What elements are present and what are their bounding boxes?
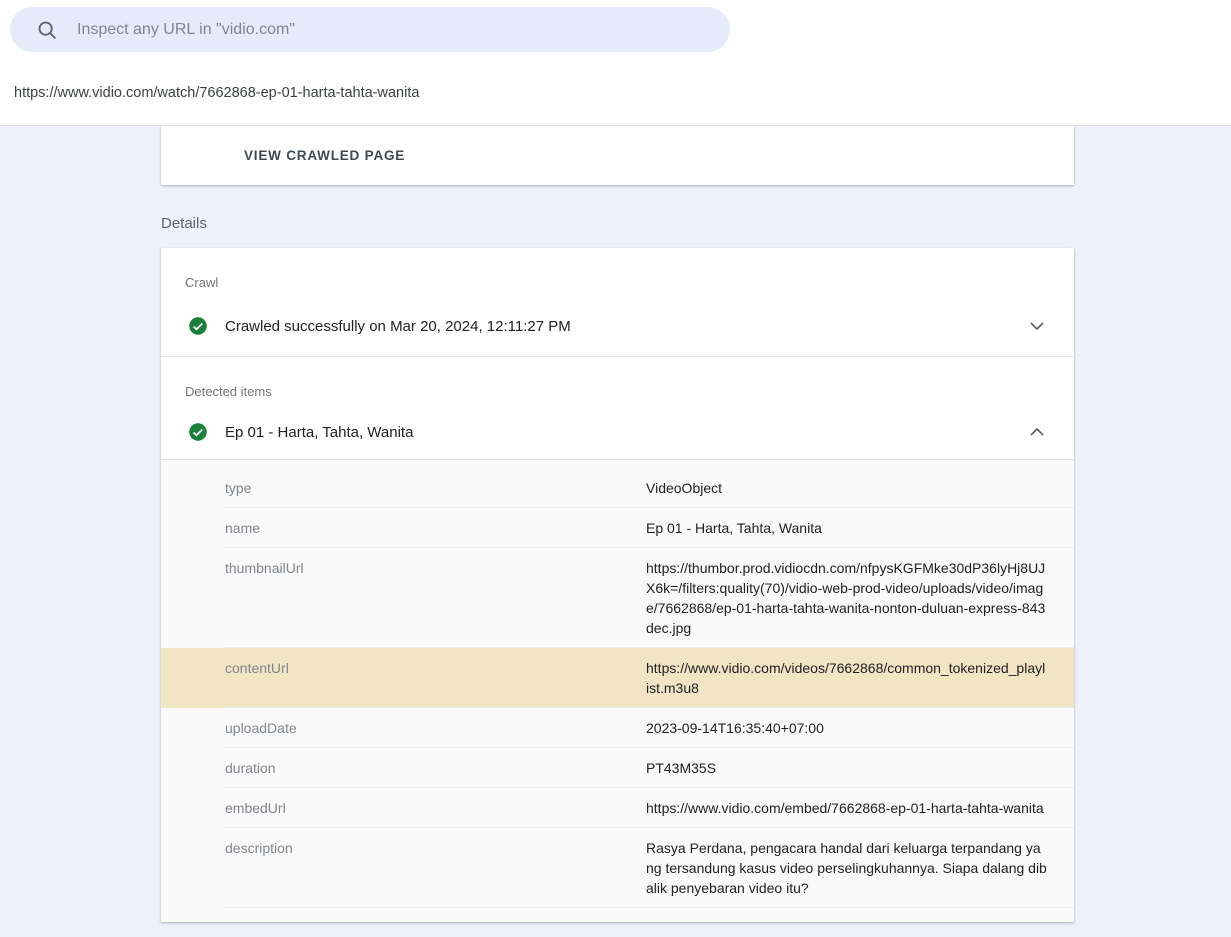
table-row-name[interactable]: name Ep 01 - Harta, Tahta, Wanita (161, 508, 1074, 548)
crawl-status-text: Crawled successfully on Mar 20, 2024, 12… (225, 318, 1030, 335)
check-circle-icon (188, 422, 208, 442)
property-key: uploadDate (225, 718, 646, 738)
property-value: 2023-09-14T16:35:40+07:00 (646, 718, 1048, 738)
property-value: VideoObject (646, 478, 1048, 498)
search-icon (36, 19, 58, 41)
crawl-section-label: Crawl (161, 248, 1074, 290)
chevron-up-icon[interactable] (1030, 424, 1044, 440)
url-inspection-search-bar[interactable] (10, 7, 730, 52)
table-row-description[interactable]: description Rasya Perdana, pengacara han… (161, 828, 1074, 908)
chevron-down-icon[interactable] (1030, 318, 1044, 334)
check-circle-icon (188, 316, 208, 336)
table-row-type[interactable]: type VideoObject (161, 460, 1074, 508)
details-card: Crawl Crawled successfully on Mar 20, 20… (161, 248, 1074, 922)
table-row-uploaddate[interactable]: uploadDate 2023-09-14T16:35:40+07:00 (161, 708, 1074, 748)
search-input[interactable] (77, 21, 712, 39)
property-key: description (225, 838, 646, 898)
property-value: https://www.vidio.com/embed/7662868-ep-0… (646, 798, 1048, 818)
detected-item-title: Ep 01 - Harta, Tahta, Wanita (225, 424, 1030, 441)
view-crawled-page-button[interactable]: VIEW CRAWLED PAGE (244, 148, 405, 163)
detected-item-row[interactable]: Ep 01 - Harta, Tahta, Wanita (161, 405, 1074, 459)
property-key: type (225, 478, 646, 498)
property-value: https://thumbor.prod.vidiocdn.com/nfpysK… (646, 558, 1048, 638)
page-content: VIEW CRAWLED PAGE Details Crawl Crawled … (0, 126, 1231, 922)
property-key: thumbnailUrl (225, 558, 646, 638)
inspected-url: https://www.vidio.com/watch/7662868-ep-0… (14, 85, 419, 101)
property-value: https://www.vidio.com/videos/7662868/com… (646, 658, 1048, 698)
property-key: duration (225, 758, 646, 778)
property-key: embedUrl (225, 798, 646, 818)
table-row-embedurl[interactable]: embedUrl https://www.vidio.com/embed/766… (161, 788, 1074, 828)
index-status-card: VIEW CRAWLED PAGE (161, 126, 1074, 185)
property-key: name (225, 518, 646, 538)
property-key: contentUrl (225, 658, 646, 698)
crawl-status-row[interactable]: Crawled successfully on Mar 20, 2024, 12… (161, 296, 1074, 356)
table-row-contenturl[interactable]: contentUrl https://www.vidio.com/videos/… (161, 648, 1074, 708)
details-heading: Details (161, 215, 1231, 232)
property-value: Rasya Perdana, pengacara handal dari kel… (646, 838, 1048, 898)
property-value: Ep 01 - Harta, Tahta, Wanita (646, 518, 1048, 538)
property-value: PT43M35S (646, 758, 1048, 778)
table-row-duration[interactable]: duration PT43M35S (161, 748, 1074, 788)
detected-items-section-label: Detected items (161, 357, 1074, 399)
structured-data-table: type VideoObject name Ep 01 - Harta, Tah… (161, 459, 1074, 922)
table-row-thumbnailurl[interactable]: thumbnailUrl https://thumbor.prod.vidioc… (161, 548, 1074, 648)
header: https://www.vidio.com/watch/7662868-ep-0… (0, 0, 1231, 126)
